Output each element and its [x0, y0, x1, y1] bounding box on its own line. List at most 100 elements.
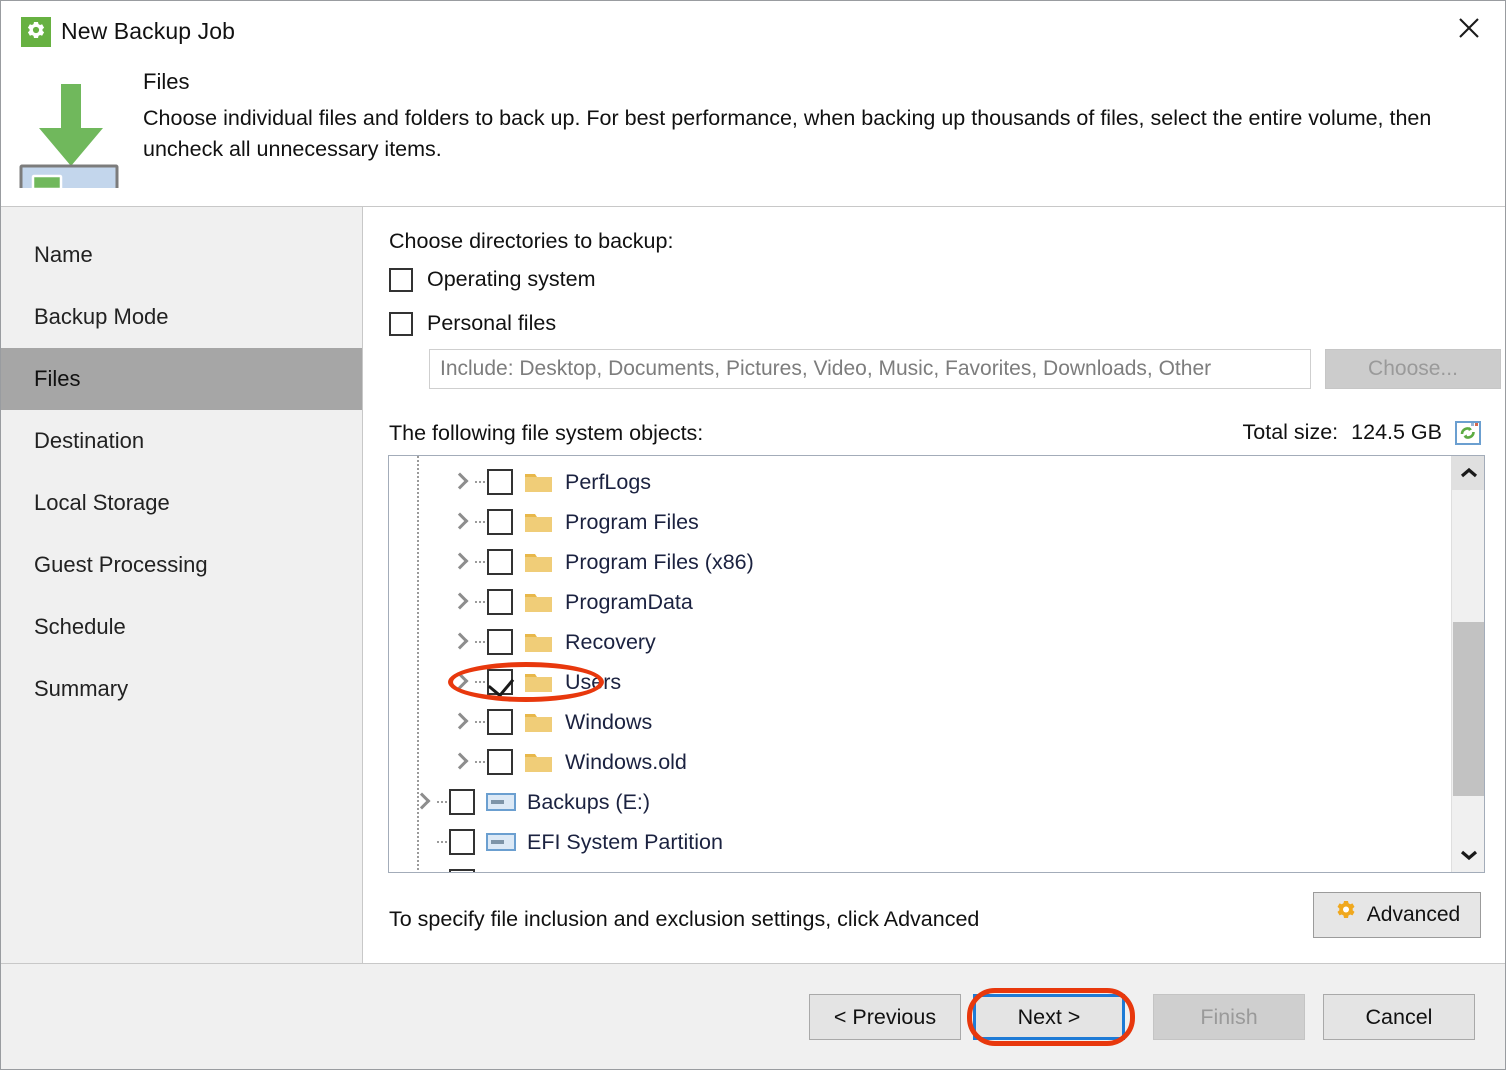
tree-link — [475, 521, 485, 523]
finish-button: Finish — [1153, 994, 1305, 1040]
next-button[interactable]: Next > — [973, 994, 1125, 1040]
chevron-up-icon[interactable] — [1452, 456, 1484, 490]
sidebar-item-label: Schedule — [34, 614, 126, 639]
sidebar-item-backup-mode[interactable]: Backup Mode — [1, 286, 362, 348]
table-row[interactable]: Program Files — [389, 502, 1451, 542]
row-label: PerfLogs — [565, 469, 652, 494]
row-checkbox[interactable] — [449, 789, 475, 815]
chevron-right-icon[interactable] — [449, 471, 471, 493]
chevron-placeholder-icon — [411, 831, 433, 853]
folder-icon — [524, 710, 554, 734]
advanced-button[interactable]: Advanced — [1313, 892, 1481, 938]
file-system-tree-panel: PerfLogs Program Files Program Files (x8… — [388, 455, 1485, 873]
chevron-right-icon[interactable] — [449, 631, 471, 653]
row-checkbox[interactable] — [487, 709, 513, 735]
row-checkbox[interactable] — [449, 869, 475, 872]
chevron-right-icon[interactable] — [449, 591, 471, 613]
row-label: Windows.old — [565, 749, 687, 774]
choose-button[interactable]: Choose... — [1325, 349, 1501, 389]
chevron-right-icon[interactable] — [411, 791, 433, 813]
drive-icon — [486, 832, 516, 852]
wizard-steps-sidebar: Name Backup Mode Files Destination Local… — [1, 207, 363, 963]
chevron-placeholder-icon — [411, 871, 433, 872]
files-page-content: Choose directories to backup: Operating … — [363, 207, 1505, 963]
tree-scrollbar[interactable] — [1451, 456, 1484, 872]
sidebar-item-schedule[interactable]: Schedule — [1, 596, 362, 658]
sidebar-item-destination[interactable]: Destination — [1, 410, 362, 472]
operating-system-checkbox[interactable] — [389, 267, 413, 292]
new-backup-job-dialog: New Backup Job Files Choose individual f… — [0, 0, 1506, 1070]
sidebar-item-label: Files — [34, 366, 81, 391]
scrollbar-thumb[interactable] — [1453, 622, 1484, 796]
row-label: Users — [565, 669, 622, 694]
chevron-right-icon[interactable] — [449, 551, 471, 573]
row-checkbox[interactable] — [487, 669, 513, 695]
personal-files-include-row: Include: Desktop, Documents, Pictures, V… — [429, 349, 1506, 389]
file-system-tree[interactable]: PerfLogs Program Files Program Files (x8… — [389, 456, 1451, 872]
cancel-button[interactable]: Cancel — [1323, 994, 1475, 1040]
refresh-icon[interactable] — [1455, 420, 1481, 445]
row-checkbox[interactable] — [487, 749, 513, 775]
personal-files-checkbox-row[interactable]: Personal files — [389, 311, 556, 336]
table-row[interactable]: Program Files (x86) — [389, 542, 1451, 582]
folder-icon — [524, 670, 554, 694]
row-checkbox[interactable] — [487, 629, 513, 655]
table-row[interactable]: Windows — [389, 702, 1451, 742]
sidebar-item-label: Local Storage — [34, 490, 170, 515]
total-size-group: Total size: 124.5 GB — [1243, 420, 1481, 445]
tree-link — [475, 641, 485, 643]
tree-link — [475, 761, 485, 763]
sidebar-item-label: Destination — [34, 428, 145, 453]
page-description: Choose individual files and folders to b… — [143, 106, 1432, 161]
row-label: EFI System Partition — [527, 829, 723, 854]
drive-icon — [486, 792, 516, 812]
table-row[interactable]: EFI System Partition — [389, 822, 1451, 862]
table-row[interactable]: ProgramData — [389, 582, 1451, 622]
page-title: Files — [143, 69, 190, 94]
total-size-label: Total size: — [1242, 420, 1339, 444]
row-checkbox[interactable] — [487, 509, 513, 535]
include-input-value: Include: Desktop, Documents, Pictures, V… — [440, 357, 1212, 380]
row-checkbox[interactable] — [487, 469, 513, 495]
row-label: Windows — [565, 709, 653, 734]
backup-to-disk-icon — [19, 76, 119, 202]
close-icon[interactable] — [1437, 1, 1501, 55]
folder-icon — [524, 590, 554, 614]
chevron-right-icon[interactable] — [449, 671, 471, 693]
chevron-right-icon[interactable] — [449, 711, 471, 733]
sidebar-item-local-storage[interactable]: Local Storage — [1, 472, 362, 534]
table-row[interactable]: Windows.old — [389, 742, 1451, 782]
sidebar-item-label: Guest Processing — [34, 552, 208, 577]
row-checkbox[interactable] — [487, 549, 513, 575]
folder-icon — [524, 550, 554, 574]
table-row[interactable]: Recovery — [389, 622, 1451, 662]
sidebar-item-summary[interactable]: Summary — [1, 658, 362, 720]
folder-icon — [524, 750, 554, 774]
personal-files-checkbox[interactable] — [389, 311, 413, 336]
title-bar: New Backup Job — [1, 1, 1505, 61]
sidebar-item-guest-processing[interactable]: Guest Processing — [1, 534, 362, 596]
row-checkbox[interactable] — [449, 829, 475, 855]
table-row-partial[interactable] — [389, 862, 1451, 872]
sidebar-item-label: Summary — [34, 676, 129, 701]
table-row-users[interactable]: Users — [389, 662, 1451, 702]
folder-icon — [524, 630, 554, 654]
row-label: Backups (E:) — [527, 789, 651, 814]
row-checkbox[interactable] — [487, 589, 513, 615]
chevron-down-icon[interactable] — [1452, 838, 1484, 872]
folder-icon — [524, 470, 554, 494]
gear-icon — [1334, 900, 1358, 930]
sidebar-item-files[interactable]: Files — [1, 348, 362, 410]
tree-link — [437, 801, 447, 803]
row-label: Program Files — [565, 509, 699, 534]
chevron-right-icon[interactable] — [449, 511, 471, 533]
operating-system-checkbox-row[interactable]: Operating system — [389, 267, 595, 292]
sidebar-item-name[interactable]: Name — [1, 224, 362, 286]
previous-button[interactable]: < Previous — [809, 994, 961, 1040]
chevron-right-icon[interactable] — [449, 751, 471, 773]
table-row[interactable]: Backups (E:) — [389, 782, 1451, 822]
file-system-objects-label: The following file system objects: — [389, 421, 704, 445]
include-input[interactable]: Include: Desktop, Documents, Pictures, V… — [429, 349, 1311, 389]
table-row[interactable]: PerfLogs — [389, 462, 1451, 502]
row-label: Recovery — [565, 629, 656, 654]
